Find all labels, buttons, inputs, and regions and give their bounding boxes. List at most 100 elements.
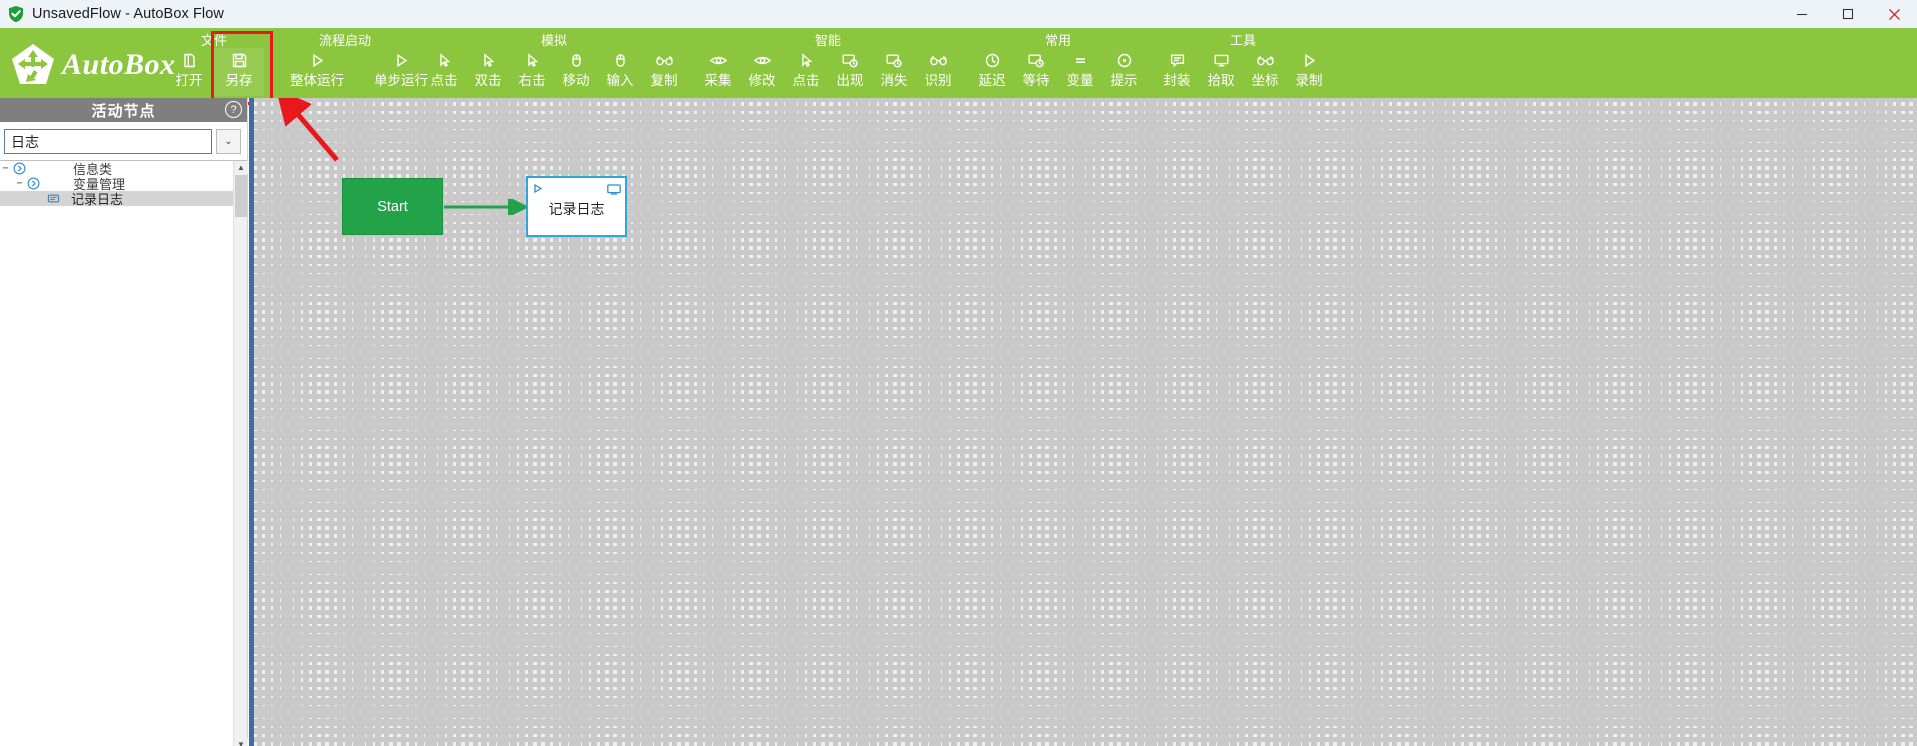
ribbon-button-appear[interactable]: 出现	[828, 48, 872, 96]
annotation-red-arrow	[275, 98, 339, 162]
monitor-icon	[1213, 48, 1230, 72]
info-circle-icon	[1116, 48, 1133, 72]
ribbon-button-copy[interactable]: 复制	[642, 48, 686, 96]
ribbon-button-coordinate[interactable]: 坐标	[1243, 48, 1287, 96]
flow-connector	[444, 199, 529, 215]
flow-canvas[interactable]: Start 记录日志	[249, 98, 1917, 746]
ribbon-button-run-all[interactable]: 整体运行	[275, 48, 359, 96]
flow-node-start[interactable]: Start	[342, 178, 443, 235]
ribbon-button-label: 消失	[880, 73, 908, 88]
eye-icon	[753, 48, 772, 72]
sidebar-header: 活动节点 ?	[0, 98, 247, 122]
clock-icon	[984, 48, 1001, 72]
ribbon-button-label: 修改	[748, 73, 776, 88]
app-logo-text: AutoBox	[62, 48, 176, 81]
ribbon-button-encapsulate[interactable]: 封装	[1155, 48, 1199, 96]
ribbon-button-click[interactable]: 点击	[422, 48, 466, 96]
ribbon-button-capture[interactable]: 采集	[696, 48, 740, 96]
ribbon-group-common: 常用 延迟 等待 变量 提示	[970, 28, 1146, 98]
ribbon-button-label: 移动	[562, 73, 590, 88]
monitor-icon	[607, 182, 621, 200]
ribbon-button-move[interactable]: 移动	[554, 48, 598, 96]
question-mark-icon[interactable]: ?	[225, 101, 242, 118]
ribbon-group-simulate: 模拟 点击 双击 右击 移动 输入 复制	[422, 28, 686, 98]
node-tree: − 信息类 − 变量管理 记录日志 ▲ ▼	[0, 160, 248, 746]
ribbon-button-label: 点击	[792, 73, 820, 88]
tree-item-record-log[interactable]: 记录日志	[0, 191, 233, 207]
ribbon-button-prompt[interactable]: 提示	[1102, 48, 1146, 96]
ribbon-button-save-as[interactable]: 另存	[211, 31, 273, 105]
scroll-up-icon[interactable]: ▲	[234, 161, 248, 174]
scroll-down-icon[interactable]: ▼	[234, 738, 248, 746]
ribbon-button-recognize[interactable]: 识别	[916, 48, 960, 96]
ribbon-button-modify[interactable]: 修改	[740, 48, 784, 96]
ribbon-button-label: 另存	[225, 73, 253, 88]
glasses-icon	[655, 48, 674, 72]
ribbon-button-label: 等待	[1022, 73, 1050, 88]
ribbon-button-variable[interactable]: 变量	[1058, 48, 1102, 96]
flow-node-label: 记录日志	[548, 201, 605, 217]
tree-expander[interactable]: −	[0, 163, 11, 174]
chevron-circle-icon	[25, 177, 42, 190]
canvas-splitter[interactable]	[249, 98, 254, 746]
clock-screen-icon	[885, 48, 903, 72]
cursor-icon	[436, 48, 453, 72]
ribbon-button-label: 输入	[606, 73, 634, 88]
flow-node-label: Start	[377, 198, 408, 215]
comment-box-icon	[1169, 48, 1186, 72]
play-icon	[1301, 48, 1318, 72]
glasses-icon	[929, 48, 948, 72]
flow-node-header	[528, 178, 625, 198]
ribbon-button-label: 单步运行	[374, 73, 428, 88]
ribbon-button-label: 识别	[924, 73, 952, 88]
ribbon-button-label: 延迟	[978, 73, 1006, 88]
eye-icon	[709, 48, 728, 72]
ribbon-button-right-click[interactable]: 右击	[510, 48, 554, 96]
minimize-icon[interactable]	[1779, 0, 1825, 28]
ribbon-button-label: 双击	[474, 73, 502, 88]
ribbon-button-smart-click[interactable]: 点击	[784, 48, 828, 96]
window-title: UnsavedFlow - AutoBox Flow	[32, 6, 224, 22]
sidebar-scrollbar[interactable]: ▲ ▼	[233, 161, 248, 746]
ribbon-button-pick[interactable]: 拾取	[1199, 48, 1243, 96]
ribbon-button-wait[interactable]: 等待	[1014, 48, 1058, 96]
ribbon-button-label: 打开	[175, 73, 203, 88]
play-icon	[393, 48, 410, 72]
flow-node-record-log[interactable]: 记录日志	[526, 176, 627, 237]
close-icon[interactable]	[1871, 0, 1917, 28]
ribbon-button-label: 拾取	[1207, 73, 1235, 88]
ribbon-group-file: 文件 打开 另存	[164, 28, 273, 105]
equals-icon	[1072, 48, 1089, 72]
chevron-circle-icon	[11, 162, 28, 175]
ribbon-group-flow-start: 流程启动 整体运行 单步运行	[275, 28, 428, 98]
cursor-icon	[798, 48, 815, 72]
ribbon-button-disappear[interactable]: 消失	[872, 48, 916, 96]
application-window: UnsavedFlow - AutoBox Flow AutoBox 文件 打开…	[0, 0, 1917, 746]
ribbon-button-record[interactable]: 录制	[1287, 48, 1331, 96]
pentagon-arrows-icon	[10, 42, 56, 88]
ribbon-button-delay[interactable]: 延迟	[970, 48, 1014, 96]
play-icon	[532, 181, 543, 199]
ribbon-button-label: 提示	[1110, 73, 1138, 88]
clock-screen-icon	[841, 48, 859, 72]
ribbon-button-label: 整体运行	[290, 73, 344, 88]
maximize-icon[interactable]	[1825, 0, 1871, 28]
tree-expander[interactable]: −	[14, 178, 25, 189]
ribbon-group-title: 常用	[1044, 33, 1071, 48]
title-bar: UnsavedFlow - AutoBox Flow	[0, 0, 1917, 28]
ribbon-button-input[interactable]: 输入	[598, 48, 642, 96]
play-icon	[309, 48, 326, 72]
ribbon-group-title: 文件	[200, 33, 227, 48]
ribbon-button-label: 坐标	[1251, 73, 1279, 88]
scrollbar-thumb[interactable]	[235, 175, 247, 217]
ribbon-button-double-click[interactable]: 双击	[466, 48, 510, 96]
search-input[interactable]	[4, 129, 212, 154]
ribbon-group-title: 智能	[814, 33, 841, 48]
canvas-grid	[249, 98, 1917, 746]
ribbon-button-label: 点击	[430, 73, 458, 88]
ribbon-button-label: 右击	[518, 73, 546, 88]
chevron-down-icon[interactable]: ⌄	[216, 129, 241, 154]
cursor-icon	[524, 48, 541, 72]
mouse-icon	[612, 48, 629, 72]
ribbon-button-open[interactable]: 打开	[164, 48, 214, 96]
